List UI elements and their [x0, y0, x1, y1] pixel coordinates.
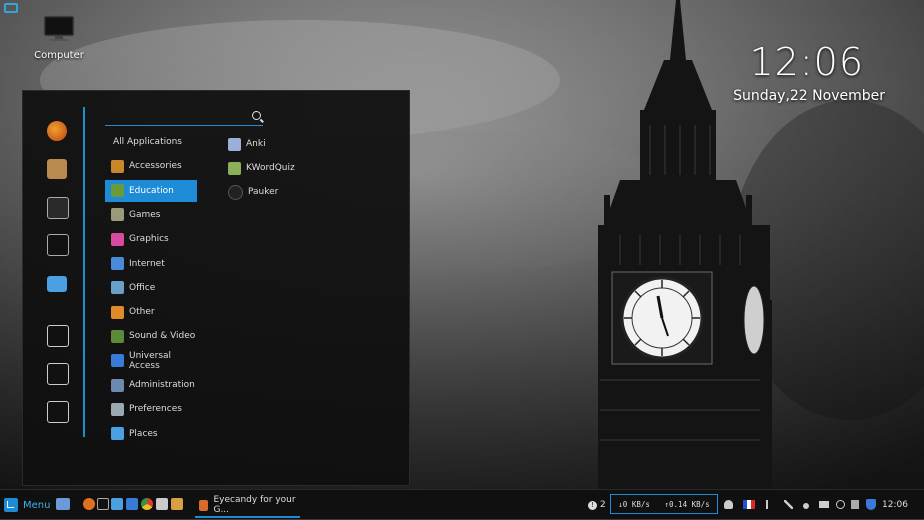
category-label: Preferences [129, 404, 182, 415]
taskbar-window-button[interactable]: Eyecandy for your G... [195, 494, 300, 518]
accessories-icon [111, 159, 124, 173]
mint-logo-icon [4, 498, 18, 512]
category-label: Administration [129, 380, 195, 390]
search-box[interactable] [105, 109, 263, 129]
category-label: All Applications [113, 137, 182, 147]
net-down-speed: ↓0 KB/s [618, 499, 650, 509]
category-accessories[interactable]: Accessories [105, 155, 197, 177]
folder-launcher-icon[interactable] [126, 498, 138, 510]
desktop-icon-label: Computer [34, 50, 84, 61]
battery-icon[interactable] [819, 501, 829, 508]
internet-icon [111, 257, 124, 270]
menu-button[interactable]: Menu [4, 497, 50, 513]
category-label: Office [129, 282, 156, 293]
search-icon [252, 111, 261, 120]
show-desktop-icon[interactable] [56, 498, 70, 510]
notifications-count: 2 [600, 500, 606, 510]
app-pauker[interactable]: Pauker [228, 182, 278, 202]
logout-icon[interactable] [47, 363, 69, 385]
category-administration[interactable]: Administration [105, 374, 197, 396]
desktop-icon-computer[interactable]: Computer [24, 14, 94, 61]
favorites-separator [83, 107, 85, 437]
preferences-icon [111, 402, 124, 416]
category-other[interactable]: Other [105, 301, 197, 323]
settings-icon[interactable] [47, 197, 69, 219]
user-icon[interactable] [724, 500, 733, 509]
category-all-applications[interactable]: All Applications [105, 131, 205, 153]
net-up-speed: ↑0.14 KB/s [664, 499, 710, 509]
bottom-panel: Menu Eyecandy for your G... ! 2 ↓0 KB/s … [0, 489, 924, 519]
app-kwordquiz[interactable]: KWordQuiz [228, 158, 295, 178]
category-label: Sound & Video [129, 331, 196, 342]
power-icon[interactable] [47, 401, 69, 423]
panel-clock-time: 12:06 [882, 500, 908, 510]
sound-video-icon [111, 329, 124, 343]
lock-icon[interactable] [47, 325, 69, 347]
taskbar-window-label: Eyecandy for your G... [213, 495, 296, 515]
graphics-icon [111, 232, 124, 246]
administration-icon [111, 378, 124, 392]
category-places[interactable]: Places [105, 423, 197, 445]
tools-icon[interactable] [784, 500, 793, 509]
category-label: Other [129, 307, 155, 318]
app-label: Pauker [248, 187, 279, 197]
shield-icon[interactable] [866, 499, 876, 510]
games-icon [111, 208, 124, 222]
firefox-icon[interactable] [47, 121, 67, 141]
kwordquiz-icon [228, 161, 241, 175]
chrome-launcher-icon[interactable] [141, 498, 153, 510]
workspace-switcher-icon[interactable] [4, 3, 18, 13]
category-education[interactable]: Education [105, 179, 197, 202]
wifi-icon[interactable] [836, 500, 845, 509]
category-label: Places [129, 428, 158, 439]
pauker-icon [228, 184, 243, 200]
category-label: Accessories [129, 161, 182, 172]
category-universal-access[interactable]: Universal Access [105, 350, 197, 372]
terminal-icon[interactable] [47, 234, 69, 256]
terminal-launcher-icon[interactable] [97, 498, 109, 510]
universal-access-icon [111, 354, 124, 368]
office-icon [111, 281, 124, 295]
desktop-clock-time: 12:06 [749, 40, 864, 84]
anki-icon [228, 137, 241, 151]
info-icon: ! [588, 500, 597, 510]
category-label: Graphics [129, 234, 169, 245]
app-label: Anki [246, 139, 266, 149]
network-speed-monitor[interactable]: ↓0 KB/s ↑0.14 KB/s [610, 494, 718, 514]
desktop-clock-date: Sunday,22 November [733, 88, 885, 104]
category-office[interactable]: Office [105, 277, 197, 299]
window-app-icon [199, 499, 209, 511]
folder-icon[interactable] [47, 276, 67, 292]
sound-icon[interactable] [803, 503, 809, 509]
category-internet[interactable]: Internet [105, 253, 197, 275]
favorites-bar [23, 91, 83, 485]
screenshot-launcher-icon[interactable] [156, 498, 168, 510]
notifications-tray[interactable]: ! 2 [588, 490, 606, 520]
other-icon [111, 305, 124, 319]
text-editor-launcher-icon[interactable] [171, 498, 183, 510]
category-label: Games [129, 209, 161, 220]
computer-icon [43, 15, 75, 41]
category-label: Internet [129, 258, 165, 269]
package-icon[interactable] [47, 159, 67, 179]
application-menu: All Applications Accessories Education Game… [22, 90, 410, 486]
category-label: Universal Access [129, 350, 172, 371]
education-icon [111, 184, 124, 198]
category-sound-video[interactable]: Sound & Video [105, 325, 197, 347]
category-label: Education [129, 185, 174, 196]
places-icon [111, 427, 124, 441]
bluetooth-icon[interactable] [766, 500, 772, 509]
search-input[interactable] [105, 114, 245, 129]
keyboard-layout-flag-icon[interactable] [743, 500, 755, 509]
category-graphics[interactable]: Graphics [105, 228, 197, 250]
app-label: KWordQuiz [246, 163, 295, 173]
files-launcher-icon[interactable] [111, 498, 123, 510]
menu-button-label: Menu [23, 499, 51, 511]
firefox-launcher-icon[interactable] [83, 498, 95, 510]
clipboard-icon[interactable] [851, 500, 859, 509]
app-anki[interactable]: Anki [228, 134, 266, 154]
panel-clock[interactable]: 12:06 [882, 490, 908, 520]
category-games[interactable]: Games [105, 204, 197, 226]
category-preferences[interactable]: Preferences [105, 398, 197, 420]
